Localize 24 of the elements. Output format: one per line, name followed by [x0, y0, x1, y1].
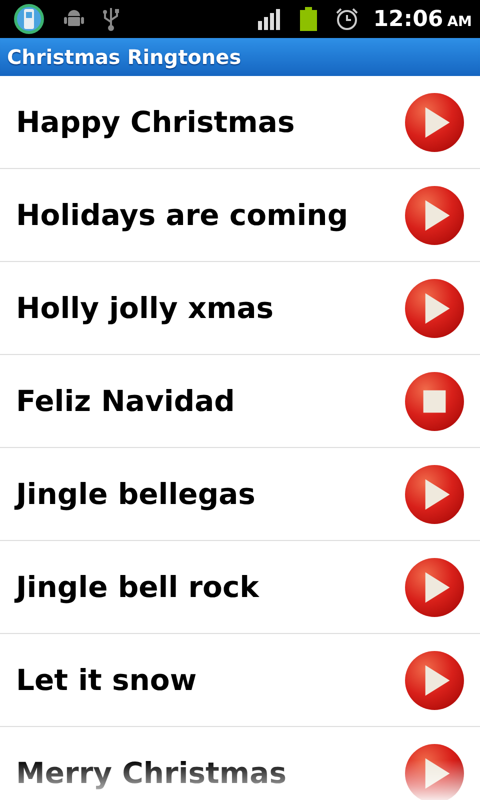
play-button[interactable]	[404, 464, 465, 524]
ringtone-title[interactable]: Jingle bellegas	[16, 477, 256, 511]
ringtone-title[interactable]: Feliz Navidad	[16, 384, 235, 418]
ringtone-title[interactable]: Let it snow	[16, 663, 197, 697]
ringtone-title[interactable]: Merry Christmas	[16, 756, 286, 790]
usb-icon	[102, 6, 120, 32]
play-button[interactable]	[404, 556, 465, 618]
alarm-icon	[335, 7, 360, 31]
play-button[interactable]	[404, 650, 465, 710]
clock-period: AM	[447, 14, 472, 30]
ringtone-title[interactable]: Jingle bell rock	[16, 570, 259, 604]
signal-icon	[258, 8, 282, 30]
stop-button[interactable]	[404, 370, 465, 432]
play-button[interactable]	[404, 92, 465, 152]
play-button[interactable]	[404, 742, 465, 800]
app-icon	[12, 3, 46, 35]
app-title: Christmas Ringtones	[7, 45, 242, 69]
play-button[interactable]	[404, 278, 465, 338]
ringtone-title[interactable]: Happy Christmas	[16, 105, 295, 139]
play-button[interactable]	[404, 184, 465, 246]
ringtone-title[interactable]: Holidays are coming	[16, 198, 348, 232]
ringtone-title[interactable]: Holly jolly xmas	[16, 291, 274, 325]
clock-time: 12:06	[373, 6, 444, 32]
battery-icon	[300, 7, 318, 31]
